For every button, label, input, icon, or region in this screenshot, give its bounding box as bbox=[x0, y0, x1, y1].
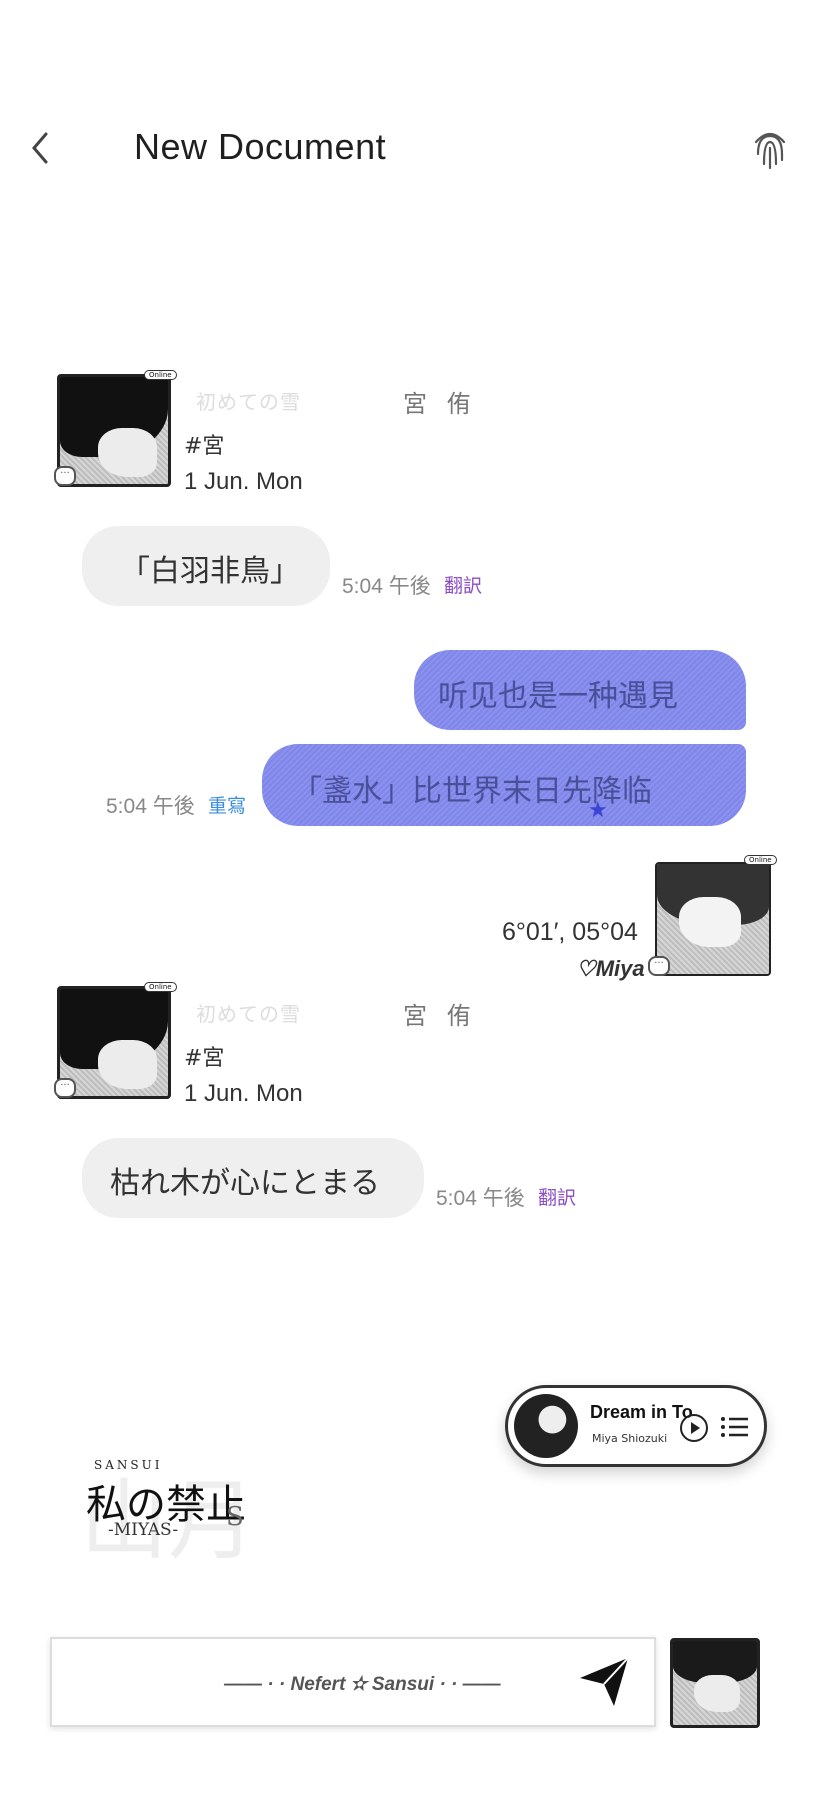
play-button[interactable] bbox=[680, 1414, 708, 1442]
online-badge: Online bbox=[744, 855, 777, 865]
fingerprint-button[interactable] bbox=[750, 124, 790, 172]
message-date: 1 Jun. Mon bbox=[184, 468, 303, 495]
online-badge: Online bbox=[144, 370, 177, 380]
message-text: 听见也是一种遇見 bbox=[438, 679, 678, 714]
send-icon bbox=[580, 1657, 629, 1706]
online-badge: Online bbox=[144, 982, 177, 992]
artist-name: Miya Shiozuki bbox=[592, 1432, 668, 1445]
outgoing-message[interactable]: 听见也是一种遇見 bbox=[414, 650, 746, 730]
incoming-message[interactable]: 枯れ木が心にとまる bbox=[82, 1138, 424, 1218]
chat-bubble-icon: ··· bbox=[648, 956, 670, 976]
message-text: 「白羽非鳥」 bbox=[120, 554, 300, 589]
name-decoration: 初めての雪 bbox=[196, 1002, 301, 1026]
sender-name: 宮 侑 bbox=[403, 390, 477, 418]
message-time: 5:04 午後 bbox=[342, 575, 431, 598]
sender-tag: #宮 bbox=[184, 434, 225, 459]
logo: 山月 SANSUI 私の禁止 -MIYAS- S bbox=[80, 1458, 257, 1572]
back-button[interactable] bbox=[26, 128, 56, 168]
chat-bubble-icon: ··· bbox=[54, 466, 76, 486]
translate-button[interactable]: 翻訳 bbox=[444, 571, 482, 598]
avatar[interactable] bbox=[670, 1638, 760, 1728]
outgoing-message[interactable]: 「盞水」比世界末日先降临 ★ bbox=[262, 744, 746, 826]
translate-button[interactable]: 翻訳 bbox=[538, 1183, 576, 1210]
star-icon: ★ bbox=[588, 798, 608, 823]
play-icon bbox=[691, 1422, 700, 1434]
album-art bbox=[514, 1394, 578, 1458]
music-player[interactable]: Dream in To Miya Shiozuki bbox=[505, 1385, 767, 1467]
profile-name: ♡Miya bbox=[576, 956, 645, 981]
avatar[interactable] bbox=[655, 862, 771, 976]
rewrite-button[interactable]: 重寫 bbox=[208, 791, 246, 818]
playlist-button[interactable] bbox=[720, 1414, 750, 1440]
incoming-message[interactable]: 「白羽非鳥」 bbox=[82, 526, 330, 606]
fingerprint-icon bbox=[754, 132, 786, 170]
send-button[interactable] bbox=[574, 1652, 634, 1712]
message-input[interactable]: —— · · Nefert ✫ Sansui · · —— bbox=[50, 1637, 656, 1727]
name-decoration: 初めての雪 bbox=[196, 390, 301, 414]
message-time: 5:04 午後 bbox=[436, 1187, 525, 1210]
message-text: 枯れ木が心にとまる bbox=[110, 1166, 380, 1201]
input-placeholder: —— · · Nefert ✫ Sansui · · —— bbox=[224, 1674, 501, 1695]
chat-bubble-icon: ··· bbox=[54, 1078, 76, 1098]
message-date: 1 Jun. Mon bbox=[184, 1080, 303, 1107]
sender-name: 宮 侑 bbox=[403, 1002, 477, 1030]
message-time: 5:04 午後 bbox=[106, 795, 195, 818]
chevron-left-icon bbox=[32, 132, 48, 164]
list-icon bbox=[721, 1417, 748, 1437]
sender-tag: #宮 bbox=[184, 1046, 225, 1071]
song-title: Dream in To bbox=[590, 1402, 693, 1422]
coordinates-text: 6°01′, 05°04 bbox=[502, 918, 638, 946]
page-title: New Document bbox=[134, 126, 387, 167]
